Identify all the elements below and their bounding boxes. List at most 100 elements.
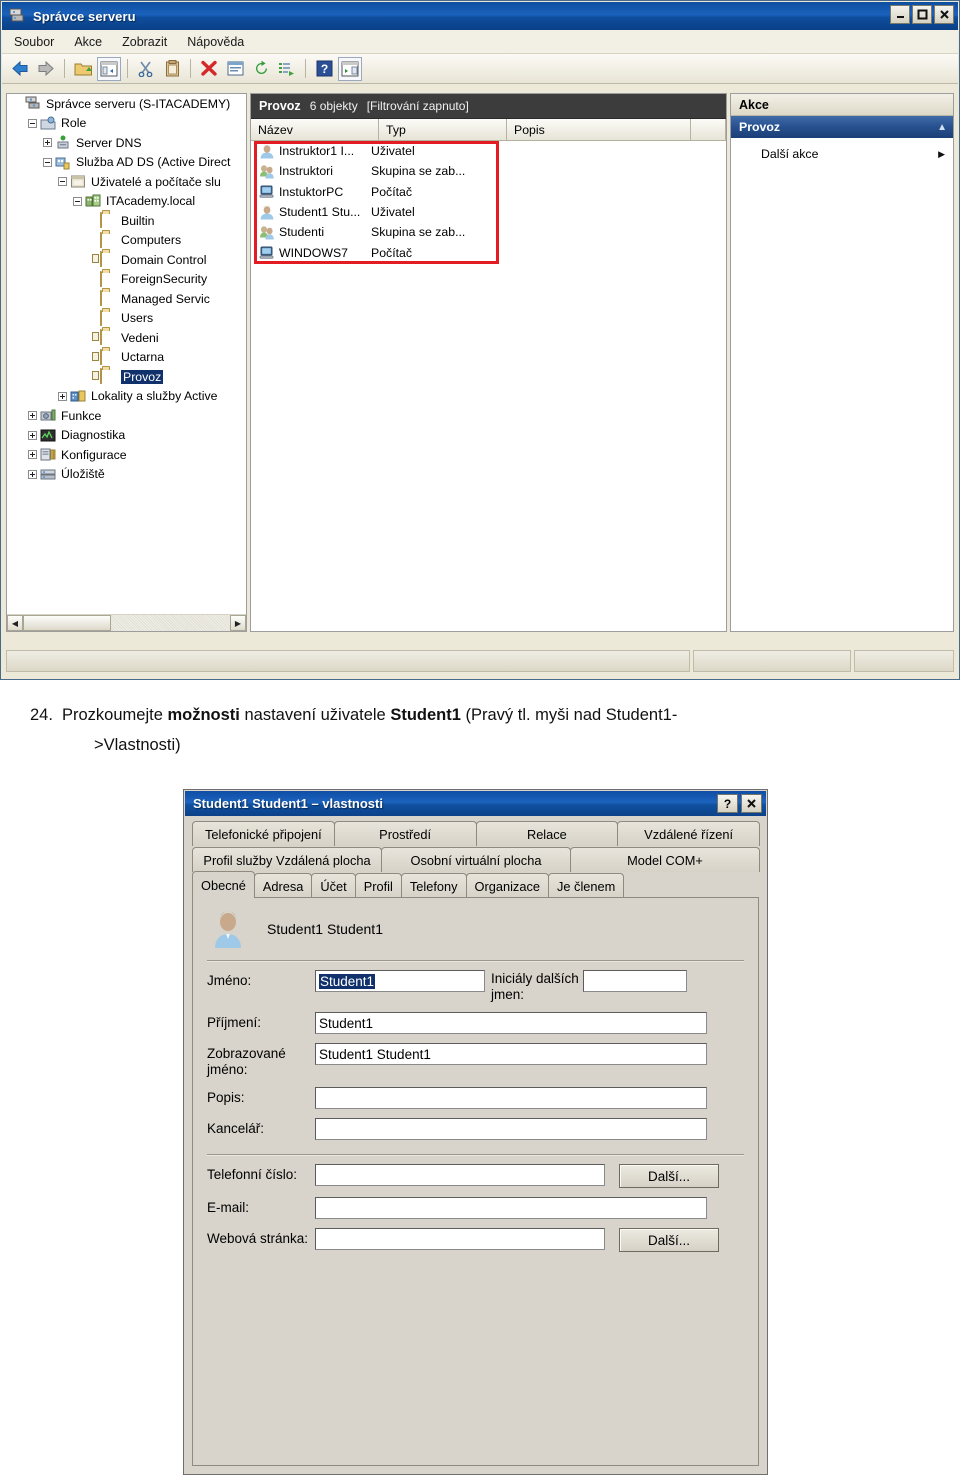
input-telefonn-slo[interactable] <box>315 1164 605 1186</box>
input-webov-str-nka[interactable] <box>315 1228 605 1250</box>
actions-group-header[interactable]: Provoz ▲ <box>731 116 953 138</box>
button-dalsi[interactable]: Další... <box>619 1164 719 1188</box>
input-p-jmen[interactable]: Student1 <box>315 1012 707 1034</box>
minimize-button[interactable] <box>890 5 910 24</box>
tab-obecn[interactable]: Obecné <box>192 871 255 898</box>
tree-item-diagnostika[interactable]: Diagnostika <box>7 426 246 446</box>
input-kancel[interactable] <box>315 1118 707 1140</box>
input-popis[interactable] <box>315 1087 707 1109</box>
show-hide-action-pane-icon[interactable] <box>338 56 362 81</box>
up-folder-icon[interactable] <box>71 57 95 81</box>
table-row[interactable]: WINDOWS7 Počítač <box>251 242 726 262</box>
table-row[interactable]: Instruktor1 I... Uživatel <box>251 141 726 161</box>
dialog-close-button[interactable] <box>741 794 762 813</box>
tree-expand-icon[interactable] <box>40 135 55 150</box>
chevron-up-icon[interactable]: ▲ <box>937 122 947 133</box>
maximize-button[interactable] <box>912 5 932 24</box>
input-zobrazovan-jm-no[interactable]: Student1 Student1 <box>315 1043 707 1065</box>
input-iniciály-dalsich-jmen[interactable] <box>583 970 687 992</box>
button-dalsi[interactable]: Další... <box>619 1228 719 1252</box>
tree-item-provoz[interactable]: Provoz <box>7 367 246 387</box>
column-headers[interactable]: Název Typ Popis <box>251 119 726 141</box>
forward-arrow-icon[interactable] <box>34 57 58 81</box>
help-icon[interactable]: ? <box>312 57 336 81</box>
tree-item-lokality-a-slu-by-active[interactable]: Lokality a služby Active <box>7 387 246 407</box>
tree-expand-icon[interactable] <box>25 408 40 423</box>
action-item-dalsi-akce[interactable]: Další akce ▶ <box>731 143 953 165</box>
show-hide-tree-icon[interactable] <box>97 56 121 81</box>
tree-item-role[interactable]: Role <box>7 114 246 134</box>
tab-model-com[interactable]: Model COM+ <box>570 847 760 872</box>
tab-telefony[interactable]: Telefony <box>400 873 467 898</box>
tree-item-itacademy-local[interactable]: ITAcademy.local <box>7 192 246 212</box>
properties-icon[interactable] <box>223 57 247 81</box>
tree-expand-icon[interactable] <box>25 428 40 443</box>
paste-icon[interactable] <box>160 57 184 81</box>
tab-relace[interactable]: Relace <box>475 821 619 846</box>
table-row[interactable]: Instruktori Skupina se zab... <box>251 161 726 181</box>
tree-item-builtin[interactable]: Builtin <box>7 211 246 231</box>
tree-expand-icon[interactable] <box>55 389 70 404</box>
tree-item-funkce[interactable]: Funkce <box>7 406 246 426</box>
tree-item-foreignsecurity[interactable]: ForeignSecurity <box>7 270 246 290</box>
actions-pane[interactable]: Akce Provoz ▲ Další akce ▶ <box>730 93 954 632</box>
window-titlebar[interactable]: Správce serveru <box>2 2 958 30</box>
tree-item-slu-ba-ad-ds-active-direct[interactable]: Služba AD DS (Active Direct <box>7 153 246 173</box>
tree-item-domain-control[interactable]: Domain Control <box>7 250 246 270</box>
tab-organizace[interactable]: Organizace <box>465 873 549 898</box>
scroll-right-arrow-icon[interactable]: ▶ <box>230 615 246 631</box>
tree-collapse-icon[interactable] <box>70 194 85 209</box>
cut-icon[interactable] <box>134 57 158 81</box>
scroll-left-arrow-icon[interactable]: ◀ <box>7 615 23 631</box>
tree-collapse-icon[interactable] <box>25 116 40 131</box>
dialog-tab-strip[interactable]: Telefonické připojení Prostředí Relace Vzdá… <box>192 820 760 898</box>
scrollbar-track[interactable] <box>23 615 230 631</box>
delete-icon[interactable] <box>197 57 221 81</box>
tab-osobn-virtu-ln-plocha[interactable]: Osobní virtuální plocha <box>381 847 571 872</box>
tree-item-spr-vce-serveru-s-itacademy[interactable]: Správce serveru (S-ITACADEMY) <box>7 94 246 114</box>
tab-profil[interactable]: Profil <box>354 873 402 898</box>
back-arrow-icon[interactable] <box>8 57 32 81</box>
tab-je-lenem[interactable]: Je členem <box>547 873 625 898</box>
navigation-tree-pane[interactable]: Správce serveru (S-ITACADEMY) Role Server … <box>6 93 247 632</box>
tab-vzd-len-zen[interactable]: Vzdálené řízení <box>617 821 760 846</box>
tab-telefonick-p-ipojen[interactable]: Telefonické připojení <box>192 821 335 846</box>
results-pane[interactable]: Provoz 6 objekty [Filtrování zapnuto] Ná… <box>250 93 727 632</box>
tab-prost-ed[interactable]: Prostředí <box>333 821 477 846</box>
scrollbar-thumb[interactable] <box>23 615 111 631</box>
column-header-typ[interactable]: Typ <box>379 119 507 140</box>
input-e-mail[interactable] <box>315 1197 707 1219</box>
menu-item-napoveda[interactable]: Nápověda <box>187 35 244 49</box>
column-header-popis[interactable]: Popis <box>507 119 691 140</box>
menu-item-zobrazit[interactable]: Zobrazit <box>122 35 167 49</box>
tree-item-users[interactable]: Users <box>7 309 246 329</box>
table-row[interactable]: Student1 Stu... Uživatel <box>251 202 726 222</box>
tree-scroll-area[interactable]: Správce serveru (S-ITACADEMY) Role Server … <box>7 94 246 614</box>
tree-expand-icon[interactable] <box>25 467 40 482</box>
export-list-icon[interactable] <box>275 57 299 81</box>
close-button[interactable] <box>934 5 954 24</box>
tab-et[interactable]: Účet <box>311 873 356 898</box>
tree-horizontal-scrollbar[interactable]: ◀ ▶ <box>7 614 246 631</box>
dialog-help-button[interactable]: ? <box>717 794 738 813</box>
column-header-název[interactable]: Název <box>251 119 379 140</box>
tab-adresa[interactable]: Adresa <box>253 873 313 898</box>
dialog-titlebar[interactable]: Student1 Student1 – vlastnosti ? <box>185 791 766 816</box>
tree-expand-icon[interactable] <box>25 447 40 462</box>
refresh-icon[interactable] <box>249 57 273 81</box>
menu-item-akce[interactable]: Akce <box>74 35 102 49</box>
tree-collapse-icon[interactable] <box>40 155 55 170</box>
tab-profil-slu-by-vzd-len-plocha[interactable]: Profil služby Vzdálená plocha <box>192 847 382 872</box>
tree-item-computers[interactable]: Computers <box>7 231 246 251</box>
input-jm-no[interactable]: Student1 <box>315 970 485 992</box>
tree-collapse-icon[interactable] <box>55 174 70 189</box>
tree-item-konfigurace[interactable]: Konfigurace <box>7 445 246 465</box>
tree-item-lo-i-t[interactable]: Úložiště <box>7 465 246 485</box>
tree-item-uctarna[interactable]: Uctarna <box>7 348 246 368</box>
table-row[interactable]: Studenti Skupina se zab... <box>251 222 726 242</box>
column-header-blank[interactable] <box>691 119 726 140</box>
tree-item-server-dns[interactable]: Server DNS <box>7 133 246 153</box>
tree-item-vedeni[interactable]: Vedeni <box>7 328 246 348</box>
tree-item-u-ivatel-a-po-ta-e-slu[interactable]: Uživatelé a počítače slu <box>7 172 246 192</box>
table-row[interactable]: InstuktorPC Počítač <box>251 182 726 202</box>
